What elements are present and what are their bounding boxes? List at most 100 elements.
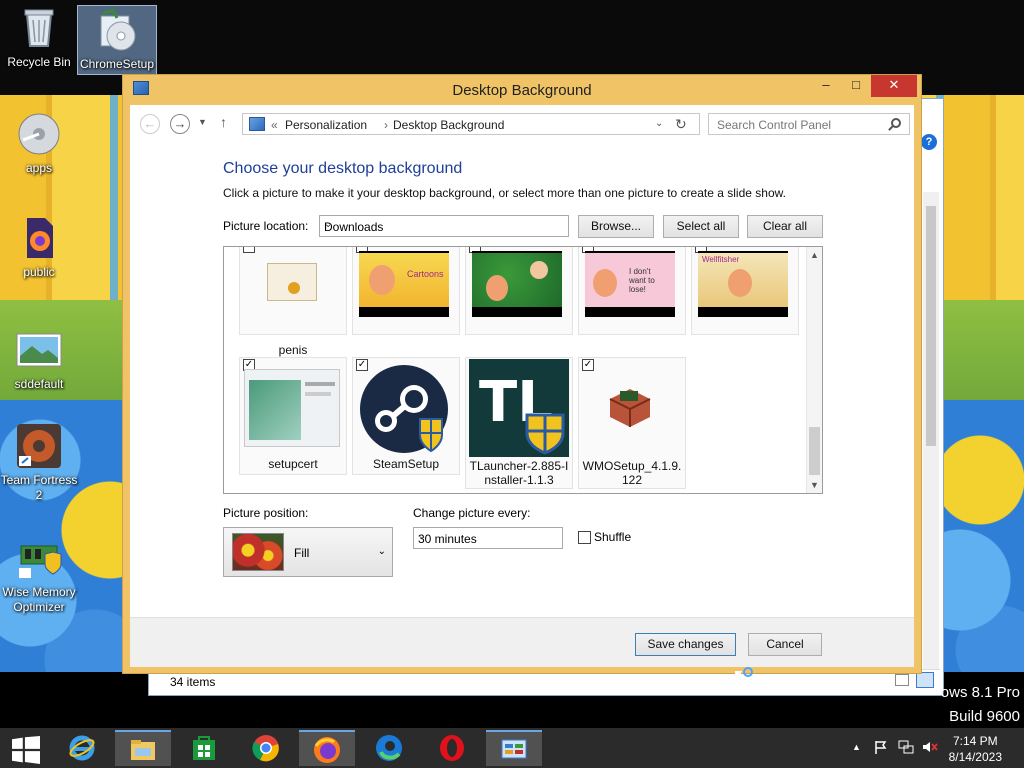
desktop-icon-sddefault[interactable]: sddefault (0, 326, 78, 392)
large-icons-view-icon[interactable] (916, 672, 934, 688)
address-bar[interactable]: « Personalization › Desktop Background ⌄… (242, 113, 700, 135)
picture-position-label: Picture position: (223, 506, 309, 520)
up-button[interactable]: ↑ (220, 114, 227, 130)
navigation-bar: ← → ▼ ↑ « Personalization › Desktop Back… (138, 111, 910, 137)
picture-grid-scrollbar[interactable]: ▲ ▼ (806, 247, 822, 493)
desktop-icon-label: Wise Memory Optimizer (2, 585, 76, 614)
start-button[interactable] (0, 730, 56, 766)
browse-button[interactable]: Browse... (578, 215, 654, 238)
network-icon[interactable] (898, 740, 914, 754)
firefox-icon (314, 737, 340, 763)
setupcert-thumbnail (244, 369, 340, 447)
chevron-down-icon: ⌄ (418, 531, 427, 542)
picture-grid[interactable]: penis Cartoons I don't want to lose! Wel… (223, 246, 823, 494)
picture-position-value: Fill (294, 546, 310, 560)
picture-location-select[interactable]: Downloads ⌄ (319, 215, 569, 237)
breadcrumb-desktop-background[interactable]: Desktop Background (393, 118, 504, 132)
breadcrumb-separator: › (384, 118, 388, 132)
breadcrumb-personalization[interactable]: Personalization (285, 118, 367, 132)
picture-tile[interactable]: ✓ setupcert (239, 357, 347, 475)
change-picture-label: Change picture every: (413, 506, 531, 520)
desktop-icon-public[interactable]: public (0, 214, 78, 280)
taskbar: ▲ 7:14 PM 8/14/2023 (0, 728, 1024, 768)
desktop-icon-chromesetup[interactable]: ChromeSetup (77, 5, 157, 75)
desktop-background-window: Desktop Background – □ ✕ ← → ▼ ↑ « Perso… (122, 74, 922, 674)
desktop-icon-recycle-bin[interactable]: Recycle Bin (0, 4, 78, 70)
picture-tile[interactable]: I don't want to lose! (578, 247, 686, 335)
window-content: ← → ▼ ↑ « Personalization › Desktop Back… (130, 105, 914, 667)
picture-name: SteamSetup (372, 457, 440, 471)
image-file-icon (15, 326, 63, 374)
search-box[interactable]: Search Control Panel (708, 113, 910, 135)
address-dropdown-icon[interactable]: ⌄ (655, 118, 663, 129)
clear-all-button[interactable]: Clear all (747, 215, 823, 238)
file-explorer-icon (131, 740, 155, 760)
select-all-button[interactable]: Select all (663, 215, 739, 238)
scroll-down-icon[interactable]: ▼ (807, 477, 822, 493)
clock-time: 7:14 PM (952, 734, 998, 748)
picture-checkbox[interactable]: ✓ (582, 359, 594, 371)
taskbar-firefox[interactable] (299, 730, 355, 766)
picture-position-select[interactable]: Fill ⌄ (223, 527, 393, 577)
picture-location-label: Picture location: (223, 219, 309, 233)
picture-tile[interactable] (465, 247, 573, 335)
search-icon[interactable] (891, 118, 901, 128)
desktop-icon-label: Team Fortress 2 (0, 473, 78, 502)
details-view-icon[interactable] (895, 674, 909, 686)
picture-name-line1: TLauncher-2.885-I (469, 459, 569, 473)
shuffle-label: Shuffle (594, 530, 632, 544)
taskbar-file-explorer[interactable] (115, 730, 171, 766)
steam-logo-icon (358, 363, 452, 455)
maximize-button[interactable]: □ (841, 75, 871, 97)
taskbar-store[interactable] (176, 730, 232, 766)
volume-muted-icon[interactable] (922, 740, 938, 754)
title-bar[interactable]: Desktop Background – □ ✕ (123, 75, 921, 105)
taskbar-chrome[interactable] (238, 730, 294, 766)
edge-icon (376, 735, 402, 761)
taskbar-opera[interactable] (424, 730, 480, 766)
scroll-thumb[interactable] (809, 427, 820, 475)
desktop-icon-team-fortress-2[interactable]: Team Fortress 2 (0, 422, 78, 503)
picture-tile[interactable]: ✓ SteamSetup (352, 357, 460, 475)
desktop-icon-label: sddefault (14, 377, 64, 391)
recent-locations-chevron-icon[interactable]: ▼ (198, 117, 207, 127)
picture-tile[interactable]: Wellfitsher (691, 247, 799, 335)
taskbar-edge[interactable] (361, 730, 417, 766)
system-clock[interactable]: 7:14 PM 8/14/2023 (949, 733, 1002, 765)
desktop-icon-wise-memory-optimizer[interactable]: Wise Memory Optimizer (0, 534, 78, 615)
picture-name-line2: 122 (621, 473, 643, 487)
picture-tile[interactable]: ✓ TL TLauncher-2.885-I nstaller-1.1.3 (465, 357, 573, 489)
cancel-button[interactable]: Cancel (748, 633, 822, 656)
refresh-icon[interactable]: ↻ (675, 116, 687, 133)
picture-name: penis (278, 343, 308, 357)
taskbar-internet-explorer[interactable] (54, 730, 110, 766)
background-window-scrollbar[interactable] (923, 192, 939, 670)
desktop-icon-apps[interactable]: apps (0, 110, 78, 176)
taskbar-control-panel[interactable] (486, 730, 542, 766)
chevron-down-icon: ⌄ (377, 546, 386, 557)
picture-checkbox[interactable] (243, 247, 255, 253)
scroll-up-icon[interactable]: ▲ (807, 247, 822, 263)
picture-tile[interactable]: penis (239, 247, 347, 357)
close-button[interactable]: ✕ (871, 75, 917, 97)
busy-indicator-icon (743, 667, 753, 677)
help-icon[interactable]: ? (921, 134, 937, 150)
recycle-bin-icon (15, 4, 63, 52)
action-center-flag-icon[interactable] (874, 740, 888, 754)
picture-tile[interactable]: ✓ WMOSetup_4.1.9. 122 (578, 357, 686, 489)
clock-date: 8/14/2023 (948, 750, 1002, 764)
cartoon-thumbnail: Wellfitsher (698, 251, 788, 317)
tlauncher-logo-icon: TL (469, 359, 569, 457)
os-watermark-edition: ows 8.1 Pro (940, 684, 1020, 701)
shuffle-checkbox-box[interactable] (578, 531, 591, 544)
show-hidden-icons-icon[interactable]: ▲ (852, 742, 861, 752)
forward-button[interactable]: → (170, 114, 190, 134)
save-changes-button[interactable]: Save changes (635, 633, 736, 656)
cartoon-caption: I don't want to lose! (629, 267, 655, 294)
change-picture-interval-select[interactable]: 30 minutes ⌄ (413, 527, 563, 549)
minimize-button[interactable]: – (811, 75, 841, 97)
cartoon-thumbnail (472, 251, 562, 317)
picture-tile[interactable]: Cartoons (352, 247, 460, 335)
window-title: Desktop Background (452, 82, 592, 99)
back-button[interactable]: ← (140, 114, 160, 134)
